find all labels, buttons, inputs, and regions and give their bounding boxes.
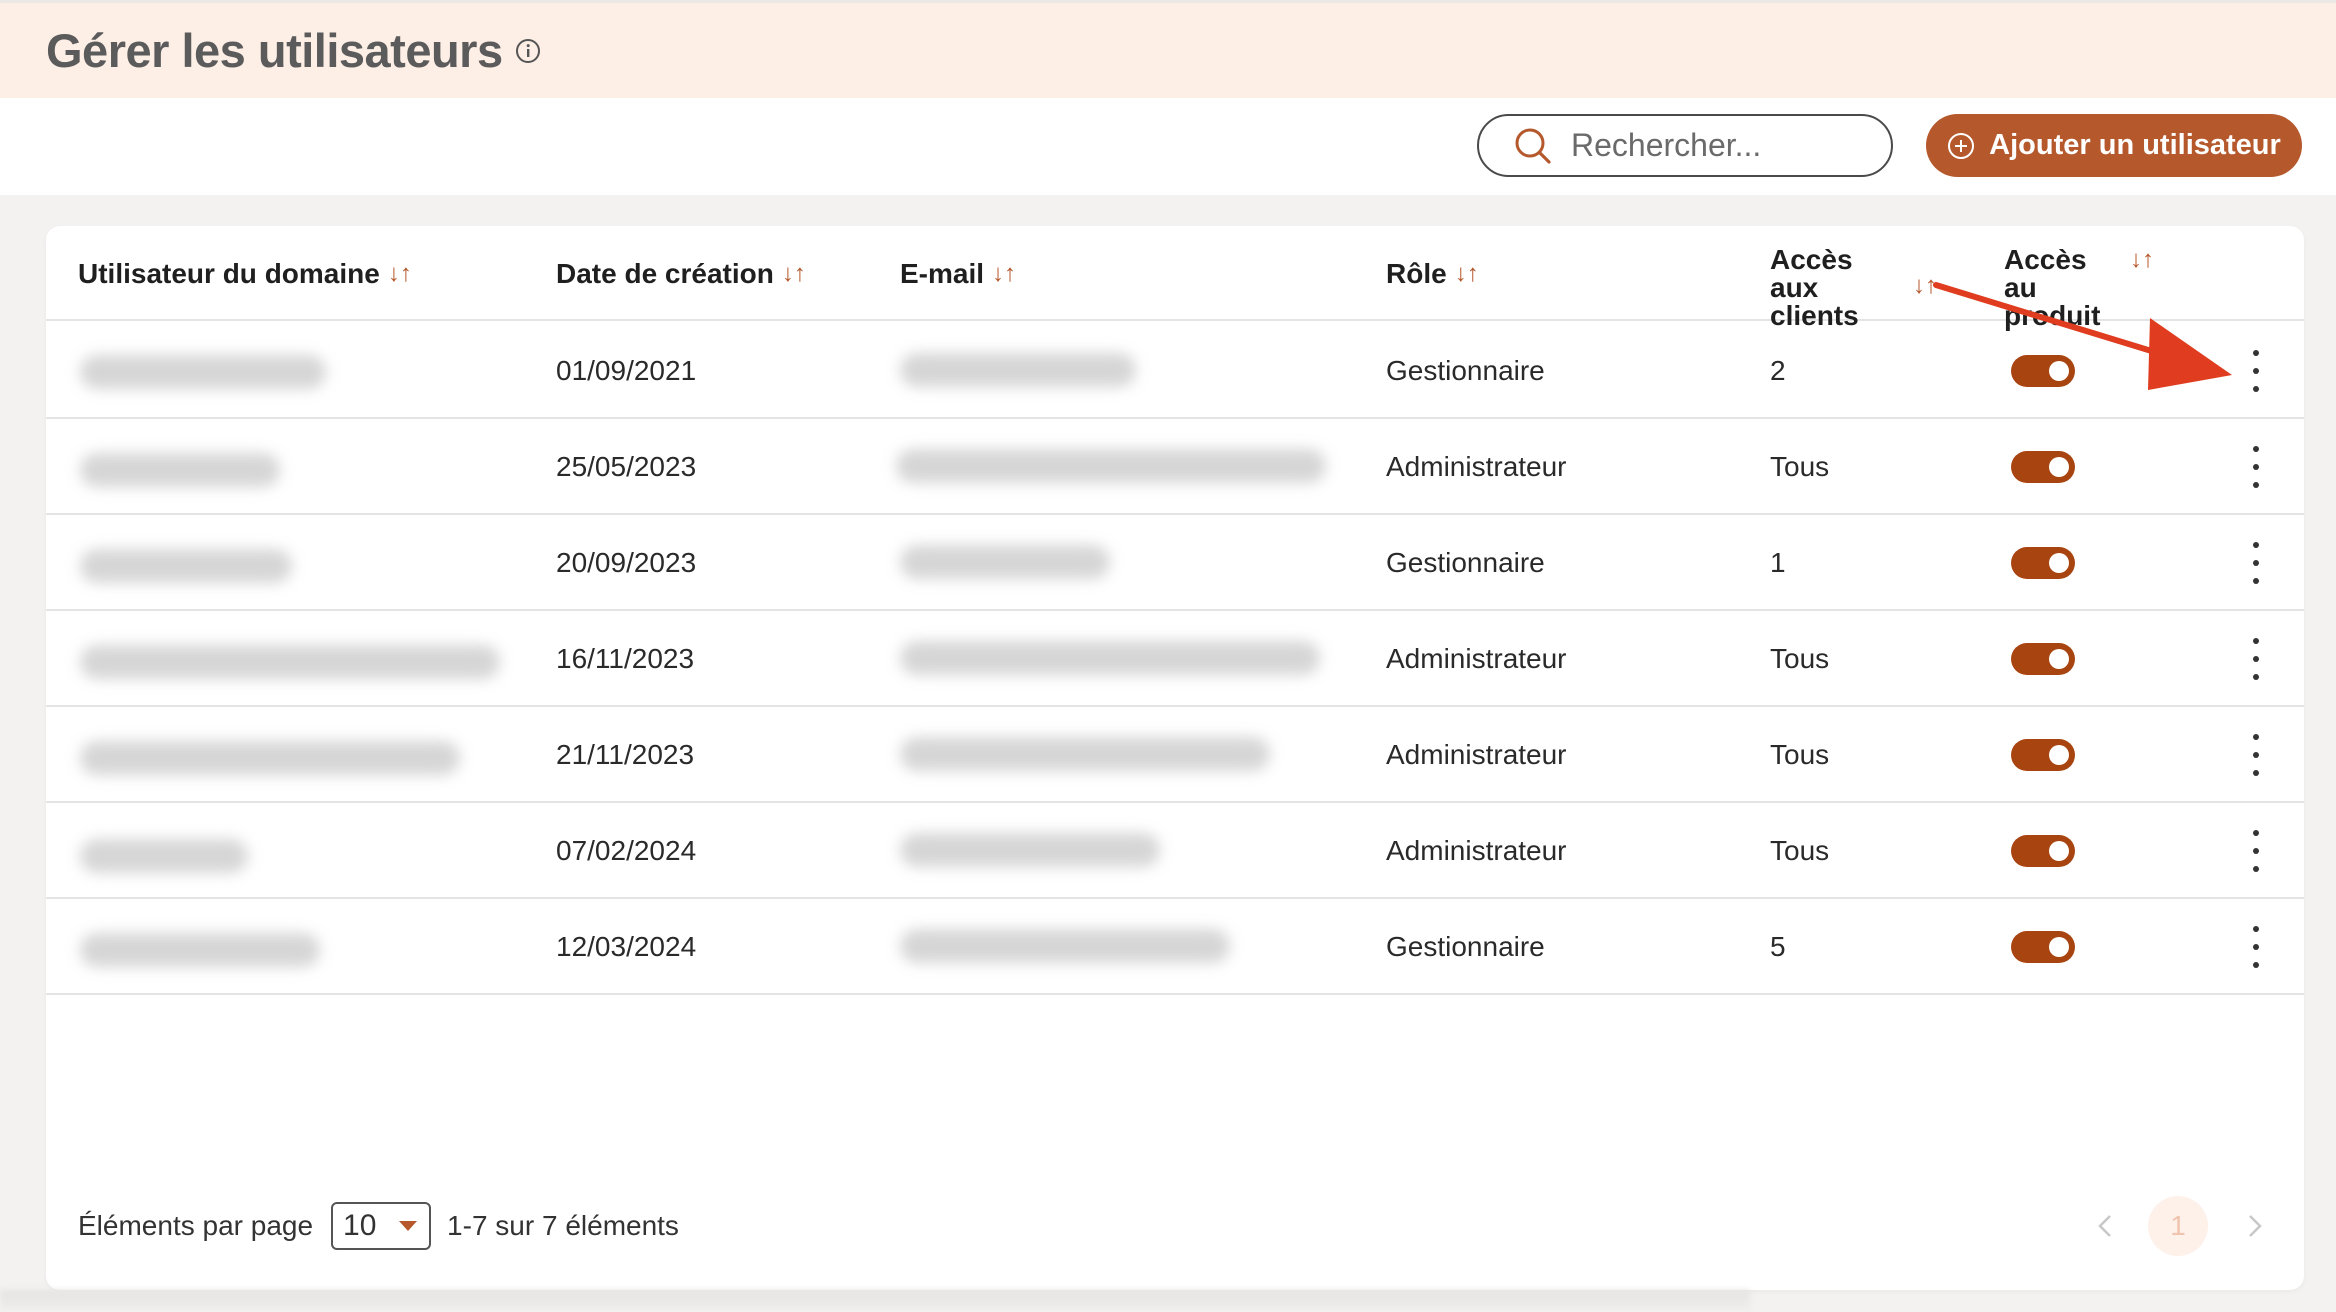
previous-page-button[interactable] (2090, 1206, 2120, 1246)
redacted-username (80, 645, 500, 679)
info-icon[interactable] (515, 38, 541, 64)
cell-date: 21/11/2023 (556, 739, 695, 770)
add-user-button[interactable]: Ajouter un utilisateur (1926, 114, 2302, 177)
redacted-email (900, 833, 1160, 867)
search-box[interactable] (1477, 114, 1893, 177)
caret-down-icon (399, 1221, 418, 1231)
cell-client-access: 2 (1770, 355, 1786, 386)
plus-circle-icon (1947, 132, 1975, 160)
column-header-product-access[interactable]: Accès au produit ↓↑ (2004, 246, 2164, 330)
page-title: Gérer les utilisateurs (46, 24, 503, 77)
redacted-email (900, 737, 1270, 771)
redacted-username (80, 549, 292, 583)
column-header-role[interactable]: Rôle ↓↑ (1386, 256, 1479, 292)
range-text: 1-7 sur 7 éléments (447, 1210, 679, 1241)
product-access-toggle[interactable] (2011, 451, 2075, 483)
sort-icon[interactable]: ↓↑ (1913, 272, 1937, 300)
product-access-toggle[interactable] (2011, 547, 2075, 579)
column-header-email[interactable]: E-mail ↓↑ (900, 256, 1016, 292)
redacted-username (80, 741, 460, 775)
more-options-icon[interactable] (2246, 828, 2266, 874)
sort-icon[interactable]: ↓↑ (1455, 260, 1479, 288)
cell-client-access: Tous (1770, 451, 1830, 482)
table-row[interactable]: 07/02/2024 Administrateur Tous (46, 803, 2304, 899)
page-button-current[interactable]: 1 (2148, 1196, 2208, 1256)
next-page-button[interactable] (2240, 1206, 2270, 1246)
table-header: Utilisateur du domaine ↓↑ Date de créati… (46, 226, 2304, 330)
chevron-right-icon (2249, 1215, 2262, 1237)
table-row[interactable]: 21/11/2023 Administrateur Tous (46, 707, 2304, 803)
table-row[interactable]: 01/09/2021 Gestionnaire 2 (46, 323, 2304, 419)
users-table-card: Utilisateur du domaine ↓↑ Date de créati… (46, 226, 2304, 1290)
cell-role: Administrateur (1386, 739, 1567, 770)
per-page-label: Éléments par page (78, 1210, 314, 1241)
chevron-left-icon (2098, 1215, 2111, 1237)
cell-role: Administrateur (1386, 451, 1567, 482)
redacted-username (80, 933, 320, 967)
product-access-toggle[interactable] (2011, 739, 2075, 771)
sort-icon[interactable]: ↓↑ (388, 260, 412, 288)
product-access-toggle[interactable] (2011, 835, 2075, 867)
redacted-email (896, 449, 1326, 483)
redacted-username (80, 839, 248, 873)
cell-date: 07/02/2024 (556, 835, 697, 866)
toolbar: Ajouter un utilisateur (0, 98, 2336, 195)
table-row[interactable]: 16/11/2023 Administrateur Tous (46, 611, 2304, 707)
redacted-email (900, 641, 1320, 675)
cell-role: Administrateur (1386, 643, 1567, 674)
cell-date: 01/09/2021 (556, 355, 697, 386)
redacted-email (900, 545, 1110, 579)
cell-date: 16/11/2023 (556, 643, 695, 674)
more-options-icon[interactable] (2246, 636, 2266, 682)
redacted-email (900, 929, 1230, 963)
cell-client-access: Tous (1770, 835, 1830, 866)
per-page-select[interactable]: 10 (331, 1202, 432, 1250)
cell-client-access: Tous (1770, 643, 1830, 674)
cell-date: 25/05/2023 (556, 451, 697, 482)
bottom-shadow (0, 1290, 1750, 1312)
page-header: Gérer les utilisateurs (0, 0, 2336, 98)
sort-icon[interactable]: ↓↑ (992, 260, 1016, 288)
table-row[interactable]: 25/05/2023 Administrateur Tous (46, 419, 2304, 515)
column-header-client-access[interactable]: Accès aux clients ↓↑ (1770, 246, 1940, 330)
column-header-date[interactable]: Date de création ↓↑ (556, 256, 806, 292)
table-row[interactable]: 12/03/2024 Gestionnaire 5 (46, 899, 2304, 995)
more-options-icon[interactable] (2246, 540, 2266, 586)
add-user-label: Ajouter un utilisateur (1989, 129, 2281, 161)
search-input[interactable] (1571, 127, 1871, 164)
product-access-toggle[interactable] (2011, 355, 2075, 387)
cell-client-access: 5 (1770, 931, 1786, 962)
table-row[interactable]: 20/09/2023 Gestionnaire 1 (46, 515, 2304, 611)
more-options-icon[interactable] (2246, 732, 2266, 778)
cell-client-access: 1 (1770, 547, 1786, 578)
cell-role: Gestionnaire (1386, 355, 1545, 386)
more-options-icon[interactable] (2246, 924, 2266, 970)
redacted-username (80, 453, 280, 487)
product-access-toggle[interactable] (2011, 931, 2075, 963)
product-access-toggle[interactable] (2011, 643, 2075, 675)
sort-icon[interactable]: ↓↑ (2130, 246, 2154, 274)
sort-icon[interactable]: ↓↑ (782, 260, 806, 288)
cell-role: Administrateur (1386, 835, 1567, 866)
redacted-email (900, 353, 1136, 387)
search-icon (1513, 126, 1553, 166)
redacted-username (80, 355, 326, 389)
cell-role: Gestionnaire (1386, 547, 1545, 578)
cell-date: 20/09/2023 (556, 547, 697, 578)
per-page-value: 10 (343, 1209, 377, 1242)
more-options-icon[interactable] (2246, 348, 2266, 394)
more-options-icon[interactable] (2246, 444, 2266, 490)
cell-date: 12/03/2024 (556, 931, 697, 962)
column-header-user[interactable]: Utilisateur du domaine ↓↑ (78, 256, 412, 292)
cell-client-access: Tous (1770, 739, 1830, 770)
cell-role: Gestionnaire (1386, 931, 1545, 962)
pagination-summary: Éléments par page 10 1-7 sur 7 éléments (78, 1202, 679, 1250)
